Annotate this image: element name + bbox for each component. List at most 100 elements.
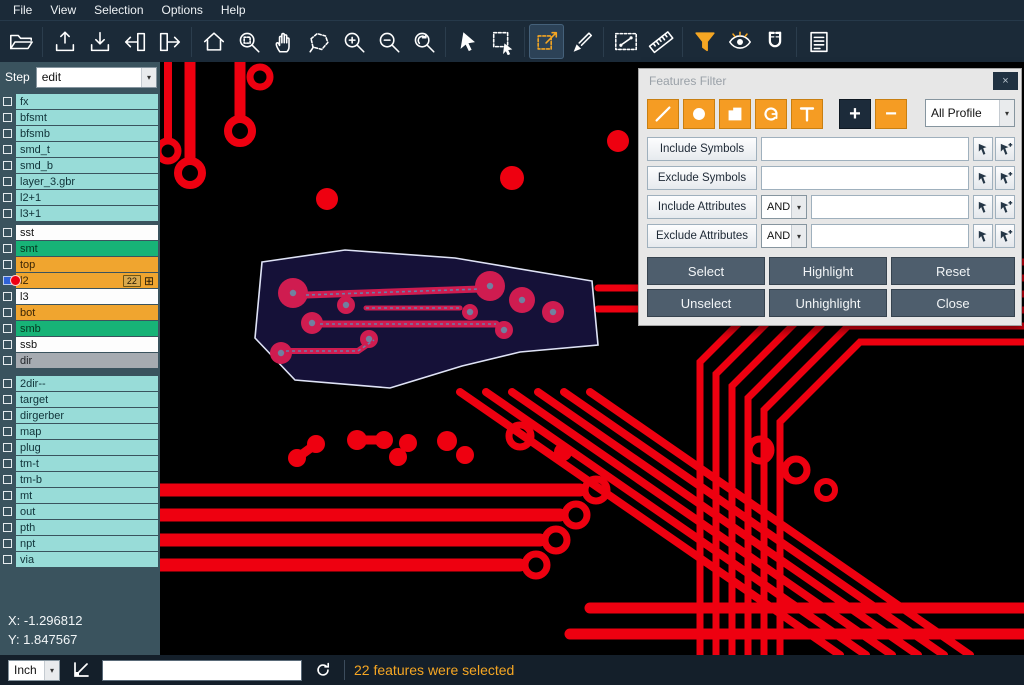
layer-visibility-checkbox[interactable] <box>3 308 12 317</box>
menu-selection[interactable]: Selection <box>85 1 152 19</box>
dialog-close-button[interactable]: × <box>993 72 1018 90</box>
back-button[interactable] <box>117 24 152 59</box>
layer-name[interactable]: l222⊞ <box>16 273 158 288</box>
layer-visibility-checkbox[interactable] <box>3 555 12 564</box>
layer-name[interactable]: top <box>16 257 158 272</box>
layer-name[interactable]: l2+1 <box>16 190 158 205</box>
download-button[interactable] <box>82 24 117 59</box>
include-attributes-input[interactable] <box>811 195 969 219</box>
step-select[interactable]: edit ▾ <box>36 67 157 88</box>
layer-name[interactable]: ssb <box>16 337 158 352</box>
layer-visibility-checkbox[interactable] <box>3 161 12 170</box>
layer-name[interactable]: pth <box>16 520 158 535</box>
select-button[interactable]: Select <box>647 257 765 285</box>
unit-select[interactable]: Inch ▾ <box>8 660 60 681</box>
layer-name[interactable]: smt <box>16 241 158 256</box>
exclude-symbols-input[interactable] <box>761 166 969 190</box>
layer-visibility-checkbox[interactable] <box>3 507 12 516</box>
layer-visibility-checkbox[interactable] <box>3 395 12 404</box>
filter-button[interactable] <box>687 24 722 59</box>
layer-name[interactable]: bot <box>16 305 158 320</box>
forward-button[interactable] <box>152 24 187 59</box>
layer-visibility-checkbox[interactable] <box>3 193 12 202</box>
layer-name[interactable]: tm-t <box>16 456 158 471</box>
refresh-button[interactable] <box>311 658 335 682</box>
layer-visibility-checkbox[interactable] <box>3 491 12 500</box>
include-attributes-operator-select[interactable]: AND▾ <box>761 195 807 219</box>
exclude-symbols-pick-button[interactable] <box>973 166 993 190</box>
transform-select-button[interactable] <box>529 24 564 59</box>
layer-name[interactable]: target <box>16 392 158 407</box>
exclude-attributes-operator-select[interactable]: AND▾ <box>761 224 807 248</box>
layer-visibility-checkbox[interactable] <box>3 411 12 420</box>
include-symbols-pick-button[interactable] <box>973 137 993 161</box>
surface-tool-button[interactable] <box>719 99 751 129</box>
unhighlight-button[interactable]: Unhighlight <box>769 289 887 317</box>
layer-visibility-checkbox[interactable] <box>3 177 12 186</box>
corner-origin-button[interactable] <box>69 658 93 682</box>
include-symbols-label[interactable]: Include Symbols <box>647 137 757 161</box>
visibility-button[interactable] <box>722 24 757 59</box>
include-attributes-pick-add-button[interactable] <box>995 195 1015 219</box>
layer-name[interactable]: dir <box>16 353 158 368</box>
rect-select-button[interactable] <box>485 24 520 59</box>
exclude-symbols-pick-add-button[interactable] <box>995 166 1015 190</box>
exclude-attributes-input[interactable] <box>811 224 969 248</box>
layer-name[interactable]: smb <box>16 321 158 336</box>
layer-visibility-checkbox[interactable] <box>3 97 12 106</box>
menu-help[interactable]: Help <box>212 1 255 19</box>
layer-visibility-checkbox[interactable] <box>3 324 12 333</box>
layer-visibility-checkbox[interactable] <box>3 209 12 218</box>
arc-tool-button[interactable] <box>755 99 787 129</box>
menu-file[interactable]: File <box>4 1 41 19</box>
layer-name[interactable]: l3+1 <box>16 206 158 221</box>
add-filter-button[interactable]: + <box>839 99 871 129</box>
menu-options[interactable]: Options <box>153 1 212 19</box>
close-button[interactable]: Close <box>891 289 1015 317</box>
layer-visibility-checkbox[interactable] <box>3 260 12 269</box>
layer-name[interactable]: plug <box>16 440 158 455</box>
ruler-button[interactable] <box>643 24 678 59</box>
profile-select[interactable]: All Profile ▾ <box>925 99 1015 127</box>
layer-visibility-checkbox[interactable] <box>3 244 12 253</box>
layer-name[interactable]: out <box>16 504 158 519</box>
layer-name[interactable]: fx <box>16 94 158 109</box>
layer-visibility-checkbox[interactable] <box>3 228 12 237</box>
zoom-window-button[interactable] <box>231 24 266 59</box>
paint-button[interactable] <box>564 24 599 59</box>
home-button[interactable] <box>196 24 231 59</box>
layer-visibility-checkbox[interactable] <box>3 379 12 388</box>
menu-view[interactable]: View <box>41 1 85 19</box>
open-folder-button[interactable] <box>3 24 38 59</box>
reset-button[interactable]: Reset <box>891 257 1015 285</box>
exclude-attributes-pick-add-button[interactable] <box>995 224 1015 248</box>
layer-name[interactable]: layer_3.gbr <box>16 174 158 189</box>
layer-name[interactable]: 2dir-- <box>16 376 158 391</box>
upload-button[interactable] <box>47 24 82 59</box>
layer-name[interactable]: l3 <box>16 289 158 304</box>
layer-name[interactable]: sst <box>16 225 158 240</box>
layer-name[interactable]: map <box>16 424 158 439</box>
cursor-button[interactable] <box>450 24 485 59</box>
layer-name[interactable]: dirgerber <box>16 408 158 423</box>
layer-visibility-checkbox[interactable] <box>3 129 12 138</box>
layer-visibility-checkbox[interactable] <box>3 113 12 122</box>
layer-name[interactable]: bfsmb <box>16 126 158 141</box>
layer-name[interactable]: mt <box>16 488 158 503</box>
zoom-out-button[interactable] <box>371 24 406 59</box>
layer-visibility-checkbox[interactable] <box>3 443 12 452</box>
layer-visibility-checkbox[interactable] <box>3 523 12 532</box>
include-attributes-pick-button[interactable] <box>973 195 993 219</box>
line-tool-button[interactable] <box>647 99 679 129</box>
layer-name[interactable]: via <box>16 552 158 567</box>
text-tool-button[interactable] <box>791 99 823 129</box>
layer-name[interactable]: smd_t <box>16 142 158 157</box>
layer-visibility-checkbox[interactable] <box>3 459 12 468</box>
layer-name[interactable]: tm-b <box>16 472 158 487</box>
exclude-attributes-pick-button[interactable] <box>973 224 993 248</box>
zoom-fit-button[interactable] <box>406 24 441 59</box>
layer-visibility-checkbox[interactable] <box>3 539 12 548</box>
exclude-symbols-label[interactable]: Exclude Symbols <box>647 166 757 190</box>
pad-tool-button[interactable] <box>683 99 715 129</box>
layer-visibility-checkbox[interactable] <box>3 340 12 349</box>
